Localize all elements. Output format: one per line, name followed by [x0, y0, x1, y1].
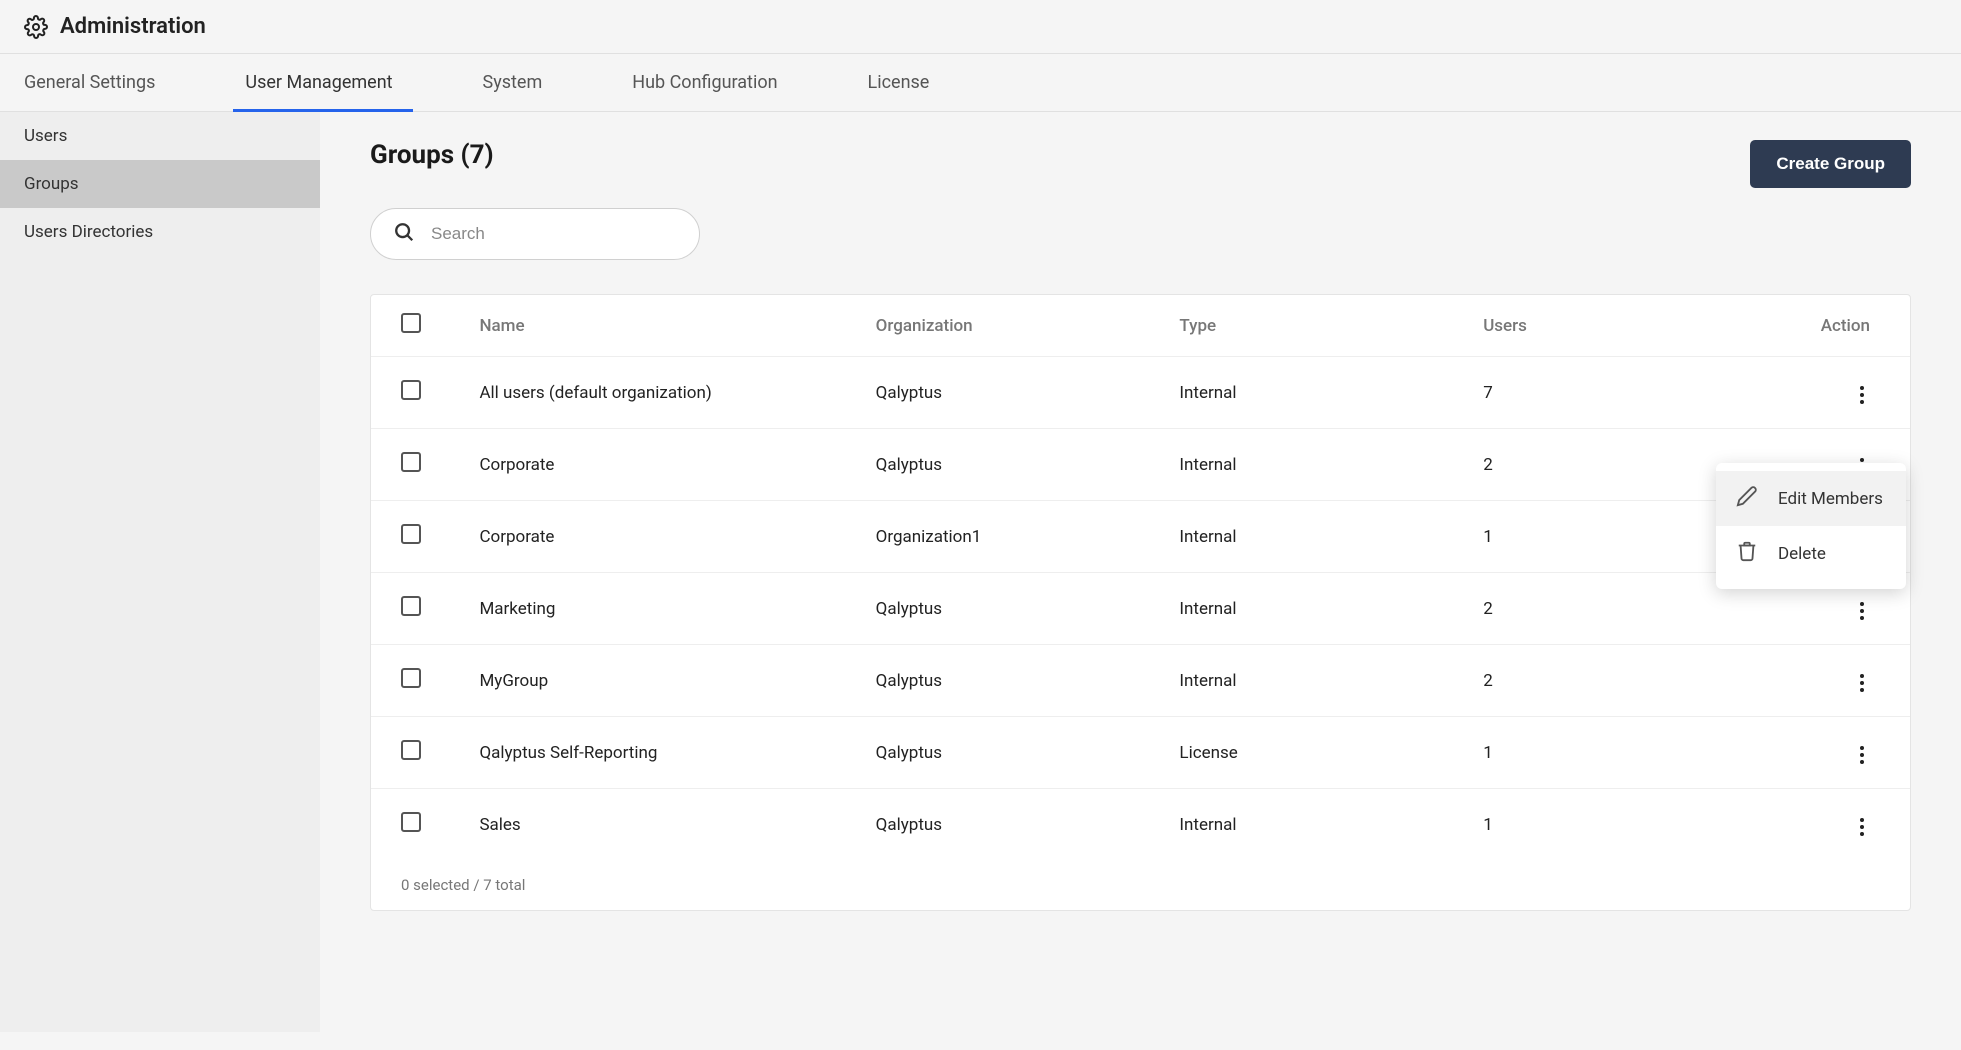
cell-users: 7 — [1467, 357, 1771, 429]
col-header-type[interactable]: Type — [1163, 295, 1467, 357]
menu-delete[interactable]: Delete — [1716, 526, 1906, 581]
trash-icon — [1736, 540, 1778, 567]
table-row[interactable]: Qalyptus Self-ReportingQalyptusLicense1 — [371, 717, 1910, 789]
tab-hub-configuration[interactable]: Hub Configuration — [632, 54, 817, 111]
page-header-title: Administration — [60, 14, 206, 39]
more-vertical-icon[interactable] — [1854, 740, 1870, 770]
col-header-name[interactable]: Name — [463, 295, 859, 357]
groups-table-card: Name Organization Type Users Action All … — [370, 294, 1911, 911]
app-header: Administration — [0, 0, 1961, 54]
menu-delete-label: Delete — [1778, 544, 1826, 564]
select-all-checkbox[interactable] — [401, 313, 421, 333]
cell-type: Internal — [1163, 789, 1467, 861]
menu-edit-members-label: Edit Members — [1778, 489, 1883, 509]
page-title: Groups (7) — [370, 140, 494, 170]
page-top: Groups (7) Create Group — [370, 140, 1911, 188]
cell-name: Corporate — [463, 501, 859, 573]
cell-organization: Qalyptus — [860, 717, 1164, 789]
more-vertical-icon[interactable] — [1854, 380, 1870, 410]
cell-organization: Qalyptus — [860, 429, 1164, 501]
groups-table: Name Organization Type Users Action All … — [371, 295, 1910, 860]
more-vertical-icon[interactable] — [1854, 596, 1870, 626]
table-footer: 0 selected / 7 total — [371, 860, 1910, 910]
tab-general-settings[interactable]: General Settings — [24, 54, 195, 111]
cell-users: 2 — [1467, 645, 1771, 717]
cell-name: Corporate — [463, 429, 859, 501]
cell-type: Internal — [1163, 573, 1467, 645]
sidebar: Users Groups Users Directories — [0, 112, 320, 1032]
pencil-icon — [1736, 485, 1778, 512]
cell-organization: Qalyptus — [860, 573, 1164, 645]
row-checkbox[interactable] — [401, 668, 421, 688]
cell-type: Internal — [1163, 645, 1467, 717]
table-row[interactable]: All users (default organization)Qalyptus… — [371, 357, 1910, 429]
cell-name: All users (default organization) — [463, 357, 859, 429]
table-row[interactable]: MyGroupQalyptusInternal2 — [371, 645, 1910, 717]
tab-user-management[interactable]: User Management — [245, 54, 432, 111]
cell-organization: Qalyptus — [860, 357, 1164, 429]
row-checkbox[interactable] — [401, 380, 421, 400]
cell-organization: Organization1 — [860, 501, 1164, 573]
row-context-menu: Edit Members Delete — [1716, 463, 1906, 589]
cell-type: Internal — [1163, 501, 1467, 573]
cell-name: Marketing — [463, 573, 859, 645]
gear-icon — [24, 15, 48, 39]
col-header-organization[interactable]: Organization — [860, 295, 1164, 357]
cell-organization: Qalyptus — [860, 645, 1164, 717]
col-header-action: Action — [1771, 295, 1910, 357]
table-row[interactable]: CorporateQalyptusInternal2 — [371, 429, 1910, 501]
cell-name: Qalyptus Self-Reporting — [463, 717, 859, 789]
row-checkbox[interactable] — [401, 452, 421, 472]
sidebar-item-users-directories[interactable]: Users Directories — [0, 208, 320, 256]
row-checkbox[interactable] — [401, 812, 421, 832]
menu-edit-members[interactable]: Edit Members — [1716, 471, 1906, 526]
cell-type: Internal — [1163, 429, 1467, 501]
tab-license[interactable]: License — [868, 54, 970, 111]
cell-users: 1 — [1467, 789, 1771, 861]
more-vertical-icon[interactable] — [1854, 812, 1870, 842]
row-checkbox[interactable] — [401, 740, 421, 760]
sidebar-item-groups[interactable]: Groups — [0, 160, 320, 208]
more-vertical-icon[interactable] — [1854, 668, 1870, 698]
cell-users: 1 — [1467, 717, 1771, 789]
search-icon — [393, 221, 431, 247]
cell-type: Internal — [1163, 357, 1467, 429]
cell-name: MyGroup — [463, 645, 859, 717]
main-layout: Users Groups Users Directories Groups (7… — [0, 112, 1961, 1032]
table-row[interactable]: CorporateOrganization1Internal1 — [371, 501, 1910, 573]
cell-organization: Qalyptus — [860, 789, 1164, 861]
search-input[interactable] — [431, 224, 677, 244]
main-tabs: General Settings User Management System … — [0, 54, 1961, 112]
row-checkbox[interactable] — [401, 596, 421, 616]
table-row[interactable]: SalesQalyptusInternal1 — [371, 789, 1910, 861]
tab-system[interactable]: System — [483, 54, 583, 111]
cell-type: License — [1163, 717, 1467, 789]
table-row[interactable]: MarketingQalyptusInternal2 — [371, 573, 1910, 645]
col-header-users[interactable]: Users — [1467, 295, 1771, 357]
search-container[interactable] — [370, 208, 700, 260]
create-group-button[interactable]: Create Group — [1750, 140, 1911, 188]
main-content: Groups (7) Create Group Name Organizatio… — [320, 112, 1961, 1032]
sidebar-item-users[interactable]: Users — [0, 112, 320, 160]
row-checkbox[interactable] — [401, 524, 421, 544]
table-header-row: Name Organization Type Users Action — [371, 295, 1910, 357]
cell-name: Sales — [463, 789, 859, 861]
